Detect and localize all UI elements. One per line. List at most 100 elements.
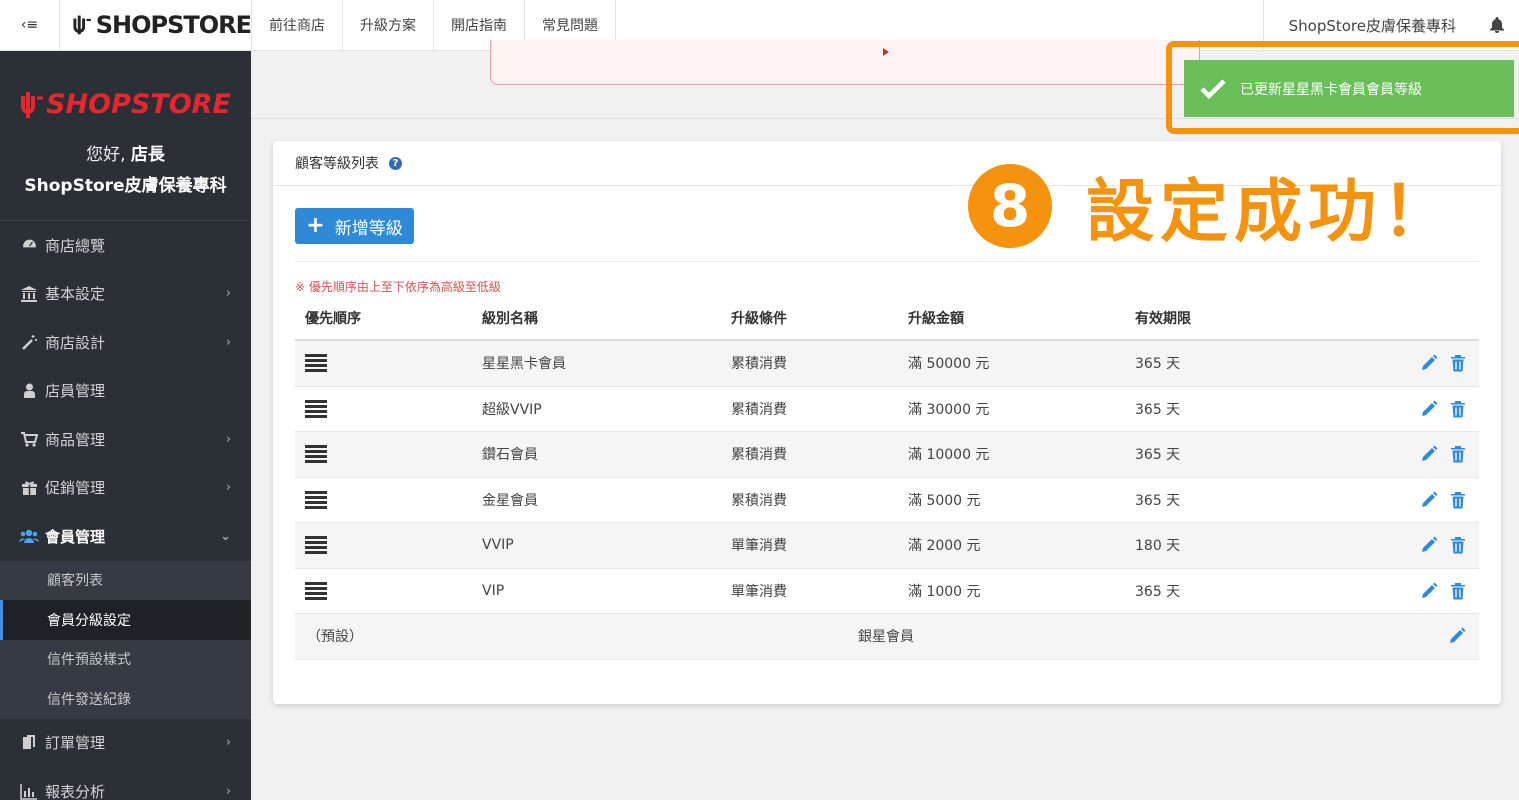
delete-button[interactable] bbox=[1449, 444, 1467, 464]
tier-name: VIP bbox=[482, 582, 505, 599]
delete-button[interactable] bbox=[1449, 535, 1467, 555]
sidebar-item-reports[interactable]: 報表分析 › bbox=[0, 767, 251, 800]
nav-go-store[interactable]: 前往商店 bbox=[252, 0, 343, 50]
tier-condition: 單筆消費 bbox=[731, 583, 787, 600]
chevron-down-icon: ⌄ bbox=[220, 528, 231, 544]
trash-icon bbox=[1451, 537, 1465, 554]
delete-button[interactable] bbox=[1449, 353, 1467, 373]
chevron-right-icon: › bbox=[225, 783, 231, 799]
sidebar-item-label: 促銷管理 bbox=[45, 479, 106, 498]
table-row: 星星黑卡會員 累積消費 滿 50000 元 365 天 bbox=[295, 341, 1479, 387]
sidebar-item-staff[interactable]: 店員管理 bbox=[0, 367, 251, 416]
bank-icon bbox=[19, 285, 39, 303]
default-label: （預設） bbox=[307, 629, 363, 646]
sidebar-item-promotions[interactable]: 促銷管理 › bbox=[0, 464, 251, 513]
drag-handle-icon[interactable] bbox=[305, 490, 327, 509]
sidebar-item-store-design[interactable]: 商店設計 › bbox=[0, 318, 251, 367]
sidebar-item-label: 基本設定 bbox=[45, 285, 106, 304]
cart-icon bbox=[19, 431, 39, 448]
column-header-name: 級別名稱 bbox=[482, 310, 538, 327]
delete-button[interactable] bbox=[1449, 581, 1467, 601]
sidebar-logo[interactable]: SHOPSTORE bbox=[0, 89, 251, 120]
table-row: VIP 單筆消費 滿 1000 元 365 天 bbox=[295, 569, 1479, 614]
shopstore-logo-icon bbox=[21, 91, 44, 118]
drag-handle-icon[interactable] bbox=[305, 354, 327, 373]
tier-amount: 滿 2000 元 bbox=[908, 538, 981, 555]
tier-amount: 滿 5000 元 bbox=[908, 492, 981, 509]
sidebar-item-basic-settings[interactable]: 基本設定 › bbox=[0, 270, 251, 319]
sidebar-item-products[interactable]: 商品管理 › bbox=[0, 415, 251, 464]
sidebar-store-name: ShopStore皮膚保養專科 bbox=[24, 176, 227, 196]
trash-icon bbox=[1451, 446, 1465, 463]
submenu-item-member-tier-settings[interactable]: 會員分級設定 bbox=[0, 600, 251, 640]
chevron-right-icon: › bbox=[225, 480, 231, 496]
previous-alert-box bbox=[490, 40, 1200, 85]
checkmark-icon bbox=[1200, 78, 1226, 100]
users-icon bbox=[19, 528, 39, 545]
column-header-amount: 升級金額 bbox=[908, 310, 964, 327]
tier-amount: 滿 30000 元 bbox=[908, 401, 990, 418]
nav-upgrade-plan[interactable]: 升級方案 bbox=[343, 0, 434, 50]
drag-handle-icon[interactable] bbox=[305, 445, 327, 464]
user-lock-icon bbox=[19, 382, 39, 399]
tier-period: 365 天 bbox=[1135, 583, 1181, 600]
table-row: 超級VVIP 累積消費 滿 30000 元 365 天 bbox=[295, 387, 1479, 432]
tier-period: 365 天 bbox=[1135, 401, 1181, 418]
top-logo[interactable]: SHOPSTORE bbox=[60, 0, 252, 50]
tier-condition: 單筆消費 bbox=[731, 538, 787, 555]
tier-name: 鑽石會員 bbox=[482, 447, 538, 464]
tier-condition: 累積消費 bbox=[731, 356, 787, 373]
sidebar-item-label: 店員管理 bbox=[45, 382, 106, 401]
column-header-condition: 升級條件 bbox=[731, 310, 787, 327]
chevron-right-icon: › bbox=[225, 735, 231, 751]
sidebar-item-overview[interactable]: 商店總覽 bbox=[0, 221, 251, 270]
caret-right-icon bbox=[883, 48, 889, 56]
tutorial-callout: 8 設定成功！ bbox=[968, 156, 1456, 255]
sidebar-toggle-button[interactable]: ‹≡ bbox=[0, 0, 60, 50]
delete-button[interactable] bbox=[1449, 399, 1467, 419]
sidebar-item-label: 訂單管理 bbox=[45, 734, 106, 753]
tier-condition: 累積消費 bbox=[731, 447, 787, 464]
separator bbox=[295, 261, 1479, 262]
success-toast[interactable]: 已更新星星黑卡會員會員等級 bbox=[1184, 60, 1514, 117]
edit-button[interactable] bbox=[1419, 535, 1439, 555]
tier-condition: 累積消費 bbox=[731, 401, 787, 418]
add-tier-label: 新增等級 bbox=[334, 218, 403, 239]
edit-button[interactable] bbox=[1419, 581, 1439, 601]
default-tier-name: 銀星會員 bbox=[858, 629, 914, 646]
edit-button[interactable] bbox=[1419, 399, 1439, 419]
chevron-right-icon: › bbox=[225, 334, 231, 350]
tier-amount: 滿 50000 元 bbox=[908, 356, 990, 373]
chevron-right-icon: › bbox=[225, 431, 231, 447]
edit-default-button[interactable] bbox=[1447, 626, 1467, 646]
add-tier-button[interactable]: + 新增等級 bbox=[295, 208, 414, 244]
gift-icon bbox=[19, 479, 39, 496]
drag-handle-icon[interactable] bbox=[305, 536, 327, 555]
edit-button[interactable] bbox=[1419, 353, 1439, 373]
drag-handle-icon[interactable] bbox=[305, 581, 327, 600]
tier-period: 365 天 bbox=[1135, 447, 1181, 464]
edit-button[interactable] bbox=[1419, 490, 1439, 510]
pencil-icon bbox=[1422, 445, 1438, 462]
table-row: VVIP 單筆消費 滿 2000 元 180 天 bbox=[295, 523, 1479, 569]
default-tier-row: （預設） 銀星會員 bbox=[295, 614, 1479, 660]
dashboard-icon bbox=[19, 237, 39, 254]
pencil-icon bbox=[1422, 582, 1438, 598]
sidebar-item-orders[interactable]: 訂單管理 › bbox=[0, 719, 251, 768]
tier-name: VVIP bbox=[482, 537, 514, 554]
sidebar-item-members[interactable]: 會員管理 ⌄ bbox=[0, 512, 251, 561]
submenu-item-customer-list[interactable]: 顧客列表 bbox=[0, 561, 251, 601]
chevron-right-icon: › bbox=[225, 286, 231, 302]
delete-button[interactable] bbox=[1449, 490, 1467, 510]
greeting-prefix: 您好, bbox=[86, 145, 131, 165]
edit-button[interactable] bbox=[1419, 444, 1439, 464]
pencil-icon bbox=[1422, 354, 1438, 371]
callout-text: 設定成功！ bbox=[1086, 173, 1457, 252]
help-icon[interactable]: ? bbox=[389, 156, 402, 170]
sidebar-item-label: 會員管理 bbox=[45, 527, 106, 546]
drag-handle-icon[interactable] bbox=[305, 399, 327, 418]
pencil-icon bbox=[1422, 536, 1438, 553]
submenu-item-email-templates[interactable]: 信件預設樣式 bbox=[0, 640, 251, 680]
menu-collapse-icon: ‹≡ bbox=[20, 17, 39, 33]
submenu-item-email-log[interactable]: 信件發送紀錄 bbox=[0, 679, 251, 719]
